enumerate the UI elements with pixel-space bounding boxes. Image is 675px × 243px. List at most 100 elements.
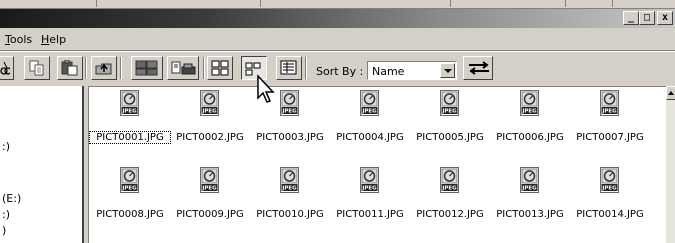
tree-item[interactable]: ) (2, 224, 6, 237)
slideshow-button[interactable] (131, 56, 163, 80)
large-icons-view-icon (211, 60, 229, 76)
toolbar-separator (85, 57, 87, 79)
print-button[interactable] (167, 56, 199, 80)
paste-button[interactable] (57, 56, 83, 80)
file-item[interactable]: JPEG PICT0005.JPG (410, 90, 490, 148)
menu-tools[interactable]: Tools (5, 33, 32, 46)
print-icon (171, 61, 196, 75)
file-item[interactable]: JPEG PICT0008.JPG (90, 167, 170, 225)
minimize-icon: _ (627, 12, 635, 23)
sort-by-value: Name (372, 65, 405, 78)
mouse-cursor-icon (257, 74, 275, 103)
file-name: PICT0001.JPG (89, 131, 171, 144)
file-item[interactable]: JPEG PICT0006.JPG (490, 90, 570, 148)
file-item[interactable]: JPEG PICT0004.JPG (330, 90, 410, 148)
folder-up-icon (95, 63, 112, 75)
close-icon: x (661, 12, 669, 23)
file-name: PICT0013.JPG (496, 209, 564, 220)
cut-button[interactable] (0, 56, 14, 80)
jpeg-file-icon: JPEG (600, 90, 619, 116)
file-name: PICT0007.JPG (576, 132, 644, 143)
file-item[interactable]: JPEG PICT0002.JPG (170, 90, 250, 148)
minimize-button[interactable]: _ (623, 11, 639, 25)
sort-direction-icon (469, 61, 489, 75)
file-item[interactable]: JPEG PICT0013.JPG (490, 167, 570, 225)
sort-by-label: Sort By : (316, 65, 364, 78)
jpeg-file-icon: JPEG (440, 90, 459, 116)
slideshow-icon (135, 60, 158, 76)
background-window-edge (0, 0, 675, 9)
svg-text:JPEG: JPEG (441, 109, 457, 115)
svg-text:JPEG: JPEG (361, 186, 377, 192)
svg-text:JPEG: JPEG (281, 186, 297, 192)
toolbar-separator (120, 57, 122, 79)
jpeg-file-icon: JPEG (360, 90, 379, 116)
details-view-button[interactable] (276, 56, 302, 80)
background-divider (260, 0, 261, 7)
svg-text:JPEG: JPEG (601, 109, 617, 115)
file-name: PICT0009.JPG (176, 209, 244, 220)
svg-text:JPEG: JPEG (121, 109, 137, 115)
svg-text:JPEG: JPEG (281, 109, 297, 115)
jpeg-file-icon: JPEG (200, 167, 219, 193)
background-divider (96, 0, 97, 7)
jpeg-file-icon: JPEG (360, 167, 379, 193)
file-name: PICT0004.JPG (336, 132, 404, 143)
tree-item[interactable]: :) (2, 208, 10, 221)
copy-button[interactable] (24, 56, 50, 80)
vertical-scrollbar[interactable] (666, 86, 675, 243)
file-name: PICT0002.JPG (176, 132, 244, 143)
toolbar-separator (203, 57, 205, 79)
file-name: PICT0012.JPG (416, 209, 484, 220)
large-icons-view-button[interactable] (207, 56, 233, 80)
jpeg-file-icon: JPEG (280, 167, 299, 193)
sort-direction-button[interactable] (463, 56, 493, 80)
file-name: PICT0010.JPG (256, 209, 324, 220)
background-divider (450, 0, 451, 7)
file-item[interactable]: JPEG PICT0001.JPG (89, 90, 171, 148)
toolbar: Sort By : Name (0, 51, 675, 85)
jpeg-file-icon: JPEG (520, 90, 539, 116)
file-name: PICT0006.JPG (496, 132, 564, 143)
background-divider (612, 0, 613, 7)
jpeg-file-icon: JPEG (120, 90, 139, 116)
file-item[interactable]: JPEG PICT0009.JPG (170, 167, 250, 225)
file-item[interactable]: JPEG PICT0011.JPG (330, 167, 410, 225)
cut-icon (0, 61, 10, 75)
details-view-icon (280, 60, 297, 75)
toolbar-separator (305, 57, 307, 79)
title-bar[interactable]: _ □ x (0, 9, 675, 28)
svg-text:JPEG: JPEG (601, 186, 617, 192)
svg-text:JPEG: JPEG (521, 186, 537, 192)
svg-text:JPEG: JPEG (521, 109, 537, 115)
close-button[interactable]: x (657, 11, 673, 25)
svg-text:JPEG: JPEG (361, 109, 377, 115)
background-divider (565, 0, 566, 7)
file-item[interactable]: JPEG PICT0014.JPG (570, 167, 650, 225)
folder-up-button[interactable] (91, 56, 117, 80)
paste-icon (61, 60, 78, 76)
jpeg-file-icon: JPEG (440, 167, 459, 193)
tree-item[interactable]: (E:) (2, 192, 21, 205)
file-item[interactable]: JPEG PICT0012.JPG (410, 167, 490, 225)
jpeg-file-icon: JPEG (120, 167, 139, 193)
menu-help[interactable]: Help (41, 33, 66, 46)
tree-item[interactable]: :) (2, 140, 10, 153)
scroll-up-button[interactable] (666, 86, 675, 100)
folder-tree[interactable]: :) (E:) :) ) (0, 86, 84, 243)
maximize-button[interactable]: □ (639, 11, 655, 25)
file-item[interactable]: JPEG PICT0010.JPG (250, 167, 330, 225)
jpeg-file-icon: JPEG (520, 167, 539, 193)
chevron-down-icon[interactable] (440, 63, 455, 78)
sort-by-select[interactable]: Name (367, 61, 457, 80)
file-item[interactable]: JPEG PICT0007.JPG (570, 90, 650, 148)
file-list[interactable]: JPEG PICT0001.JPG JPEG PICT0002.JPG JPEG PICT… (88, 86, 666, 243)
jpeg-file-icon: JPEG (280, 90, 299, 116)
window-controls: _ □ x (623, 11, 673, 25)
svg-text:JPEG: JPEG (201, 186, 217, 192)
copy-icon (29, 60, 44, 76)
jpeg-file-icon: JPEG (600, 167, 619, 193)
file-name: PICT0008.JPG (96, 209, 164, 220)
menu-bar: Tools Help (0, 30, 675, 51)
file-name: PICT0014.JPG (576, 209, 644, 220)
